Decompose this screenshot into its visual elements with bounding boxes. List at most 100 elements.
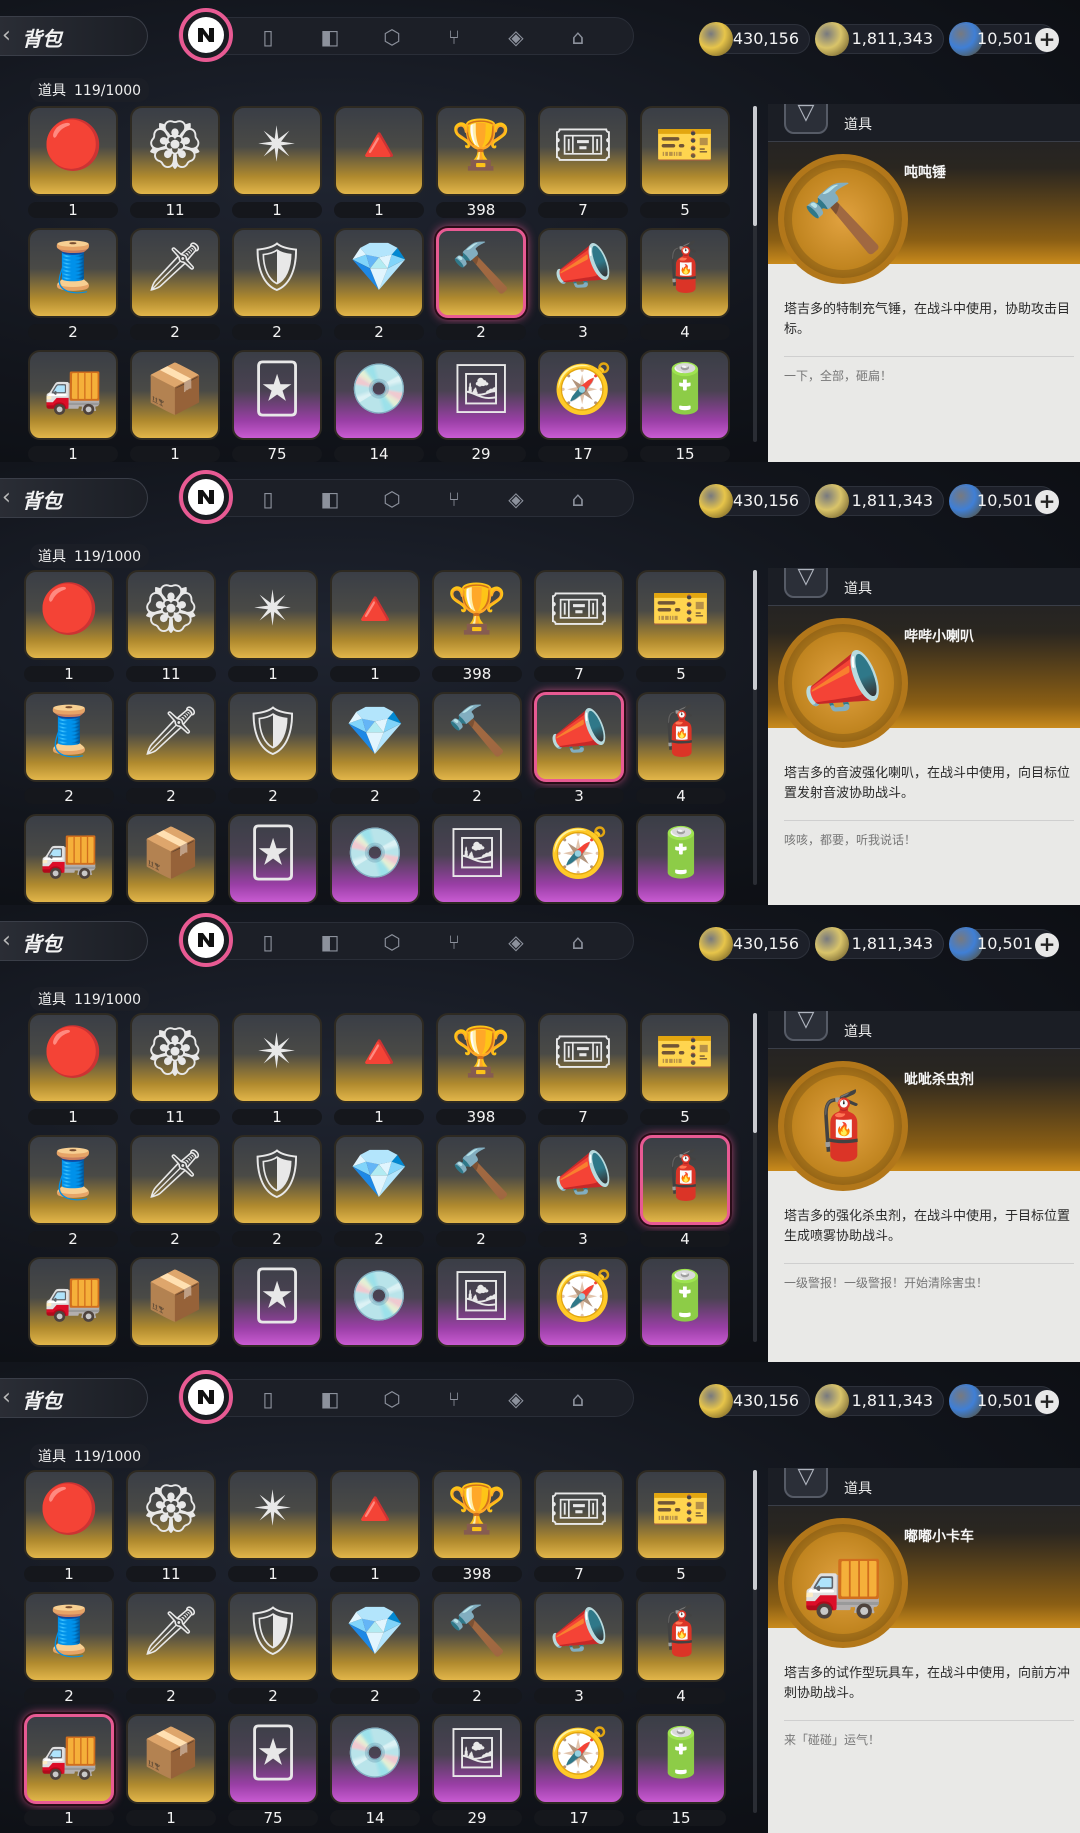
tab-album[interactable]: ◧ — [311, 18, 349, 56]
item-slot-dark-capsule[interactable]: 🔋 — [636, 814, 726, 904]
item-slot-gold-trophy[interactable]: 🏆 — [436, 106, 526, 196]
item-slot-fire-orb[interactable]: 🔴 — [28, 106, 118, 196]
item-slot-thread-spool[interactable]: 🧵 — [28, 228, 118, 318]
item-slot-red-cloak[interactable]: 🔺 — [334, 1013, 424, 1103]
tab-cube[interactable]: ◈ — [497, 18, 535, 56]
item-slot-red-cloak[interactable]: 🔺 — [334, 106, 424, 196]
tab-food[interactable]: ⑂ — [435, 923, 473, 961]
scrollbar-thumb[interactable] — [753, 106, 757, 226]
tab-all[interactable] — [179, 470, 233, 524]
item-slot-ticket-blue[interactable]: 🎫 — [636, 1470, 726, 1560]
item-slot-compass-star[interactable]: 🧭 — [538, 350, 628, 440]
add-currency-button[interactable]: + — [1035, 490, 1059, 514]
tab-home[interactable]: ⌂ — [559, 1380, 597, 1418]
item-slot-gold-trophy[interactable]: 🏆 — [436, 1013, 526, 1103]
tab-all[interactable] — [179, 1370, 233, 1424]
tab-cube[interactable]: ◈ — [497, 480, 535, 518]
tab-box[interactable]: ⬡ — [373, 923, 411, 961]
item-slot-record-player[interactable]: 💿 — [334, 1257, 424, 1347]
back-arrow-icon[interactable]: ‹ — [2, 1385, 16, 1413]
item-slot-card-deck[interactable]: 🃏 — [232, 1257, 322, 1347]
title-pill[interactable]: ‹ 背包 — [0, 1378, 148, 1418]
item-slot-photo-frame[interactable]: 🖼 — [432, 1714, 522, 1804]
item-slot-dark-capsule[interactable]: 🔋 — [640, 350, 730, 440]
tab-home[interactable]: ⌂ — [559, 923, 597, 961]
tab-food[interactable]: ⑂ — [435, 1380, 473, 1418]
item-slot-magic-sword[interactable]: 🗡 — [130, 1135, 220, 1225]
item-slot-loud-speaker[interactable]: 📣 — [534, 1592, 624, 1682]
scrollbar-thumb[interactable] — [753, 1470, 757, 1590]
item-slot-supply-box[interactable]: 📦 — [130, 1257, 220, 1347]
item-slot-photo-frame[interactable]: 🖼 — [432, 814, 522, 904]
item-slot-photo-frame[interactable]: 🖼 — [436, 1257, 526, 1347]
n-logo-icon[interactable] — [179, 8, 233, 62]
tab-album[interactable]: ◧ — [311, 480, 349, 518]
item-slot-compass-star[interactable]: 🧭 — [534, 1714, 624, 1804]
item-slot-dark-star[interactable]: ✴ — [228, 570, 318, 660]
title-pill[interactable]: ‹ 背包 — [0, 478, 148, 518]
tab-gameboy[interactable]: ▯ — [249, 480, 287, 518]
item-slot-supply-box[interactable]: 📦 — [126, 814, 216, 904]
item-slot-armor[interactable]: 🛡 — [232, 228, 322, 318]
title-pill[interactable]: ‹ 背包 — [0, 921, 148, 961]
item-slot-record-player[interactable]: 💿 — [330, 1714, 420, 1804]
tab-cube[interactable]: ◈ — [497, 923, 535, 961]
scrollbar-thumb[interactable] — [753, 1013, 757, 1133]
item-slot-ticket-pink[interactable]: 🎟 — [538, 1013, 628, 1103]
item-slot-magic-sword[interactable]: 🗡 — [126, 1592, 216, 1682]
add-currency-button[interactable]: + — [1035, 28, 1059, 52]
back-arrow-icon[interactable]: ‹ — [2, 23, 16, 51]
tab-all[interactable] — [179, 913, 233, 967]
item-slot-fire-orb[interactable]: 🔴 — [24, 1470, 114, 1560]
item-slot-ticket-pink[interactable]: 🎟 — [534, 570, 624, 660]
item-slot-record-player[interactable]: 💿 — [334, 350, 424, 440]
item-slot-armor[interactable]: 🛡 — [232, 1135, 322, 1225]
item-slot-card-deck[interactable]: 🃏 — [228, 1714, 318, 1804]
item-slot-gold-trophy[interactable]: 🏆 — [432, 570, 522, 660]
back-arrow-icon[interactable]: ‹ — [2, 928, 16, 956]
item-slot-fire-orb[interactable]: 🔴 — [24, 570, 114, 660]
item-slot-spray-can[interactable]: 🧯 — [640, 228, 730, 318]
item-slot-thread-spool[interactable]: 🧵 — [24, 1592, 114, 1682]
item-slot-compass-star[interactable]: 🧭 — [534, 814, 624, 904]
n-logo-icon[interactable] — [179, 1370, 233, 1424]
item-slot-dark-star[interactable]: ✴ — [228, 1470, 318, 1560]
item-slot-toy-truck[interactable]: 🚚 — [24, 814, 114, 904]
item-slot-photo-frame[interactable]: 🖼 — [436, 350, 526, 440]
item-slot-supply-box[interactable]: 📦 — [130, 350, 220, 440]
item-slot-crystal-shard[interactable]: 💎 — [330, 692, 420, 782]
item-slot-spray-can[interactable]: 🧯 — [640, 1135, 730, 1225]
item-slot-toy-truck[interactable]: 🚚 — [24, 1714, 114, 1804]
item-slot-armor[interactable]: 🛡 — [228, 692, 318, 782]
item-slot-ticket-pink[interactable]: 🎟 — [534, 1470, 624, 1560]
item-slot-armor[interactable]: 🛡 — [228, 1592, 318, 1682]
item-slot-crystal-shard[interactable]: 💎 — [330, 1592, 420, 1682]
item-slot-toy-hammer[interactable]: 🔨 — [432, 692, 522, 782]
item-slot-supply-box[interactable]: 📦 — [126, 1714, 216, 1804]
item-slot-loud-speaker[interactable]: 📣 — [538, 1135, 628, 1225]
item-slot-crystal-shard[interactable]: 💎 — [334, 1135, 424, 1225]
item-slot-thread-spool[interactable]: 🧵 — [24, 692, 114, 782]
item-slot-wax-seal[interactable]: 🏵 — [130, 1013, 220, 1103]
item-slot-toy-truck[interactable]: 🚚 — [28, 350, 118, 440]
scrollbar[interactable] — [753, 1470, 757, 1813]
n-logo-icon[interactable] — [179, 913, 233, 967]
item-slot-toy-hammer[interactable]: 🔨 — [432, 1592, 522, 1682]
scrollbar[interactable] — [753, 1013, 757, 1342]
tab-all[interactable] — [179, 8, 233, 62]
scrollbar[interactable] — [753, 106, 757, 442]
item-slot-dark-star[interactable]: ✴ — [232, 1013, 322, 1103]
title-pill[interactable]: ‹ 背包 — [0, 16, 148, 56]
item-slot-dark-capsule[interactable]: 🔋 — [636, 1714, 726, 1804]
item-slot-ticket-blue[interactable]: 🎫 — [636, 570, 726, 660]
tab-home[interactable]: ⌂ — [559, 18, 597, 56]
item-slot-thread-spool[interactable]: 🧵 — [28, 1135, 118, 1225]
tab-gameboy[interactable]: ▯ — [249, 1380, 287, 1418]
item-slot-magic-sword[interactable]: 🗡 — [130, 228, 220, 318]
item-slot-dark-capsule[interactable]: 🔋 — [640, 1257, 730, 1347]
item-slot-ticket-blue[interactable]: 🎫 — [640, 106, 730, 196]
tab-box[interactable]: ⬡ — [373, 480, 411, 518]
tab-gameboy[interactable]: ▯ — [249, 923, 287, 961]
tab-box[interactable]: ⬡ — [373, 18, 411, 56]
add-currency-button[interactable]: + — [1035, 1390, 1059, 1414]
